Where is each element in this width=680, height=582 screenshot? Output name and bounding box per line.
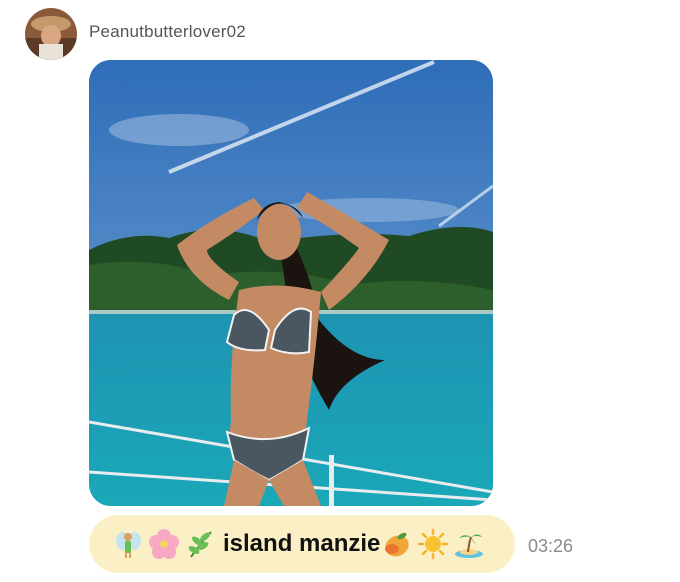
reply-message-bubble[interactable]: island manzie: [89, 515, 515, 573]
mango-icon: [382, 529, 412, 559]
avatar-photo-icon: [25, 8, 77, 60]
sender-avatar[interactable]: [25, 8, 77, 60]
sun-icon: [418, 529, 449, 559]
desert-island-icon: [454, 529, 484, 559]
fairy-icon: [113, 529, 143, 559]
herb-icon: [185, 529, 215, 559]
cherry-blossom-icon: [149, 529, 179, 559]
reply-message-text: island manzie: [223, 530, 381, 557]
sender-username[interactable]: Peanutbutterlover02: [89, 22, 246, 42]
message-photo[interactable]: [89, 60, 493, 506]
photo-image: [89, 60, 493, 506]
message-timestamp: 03:26: [528, 536, 574, 556]
